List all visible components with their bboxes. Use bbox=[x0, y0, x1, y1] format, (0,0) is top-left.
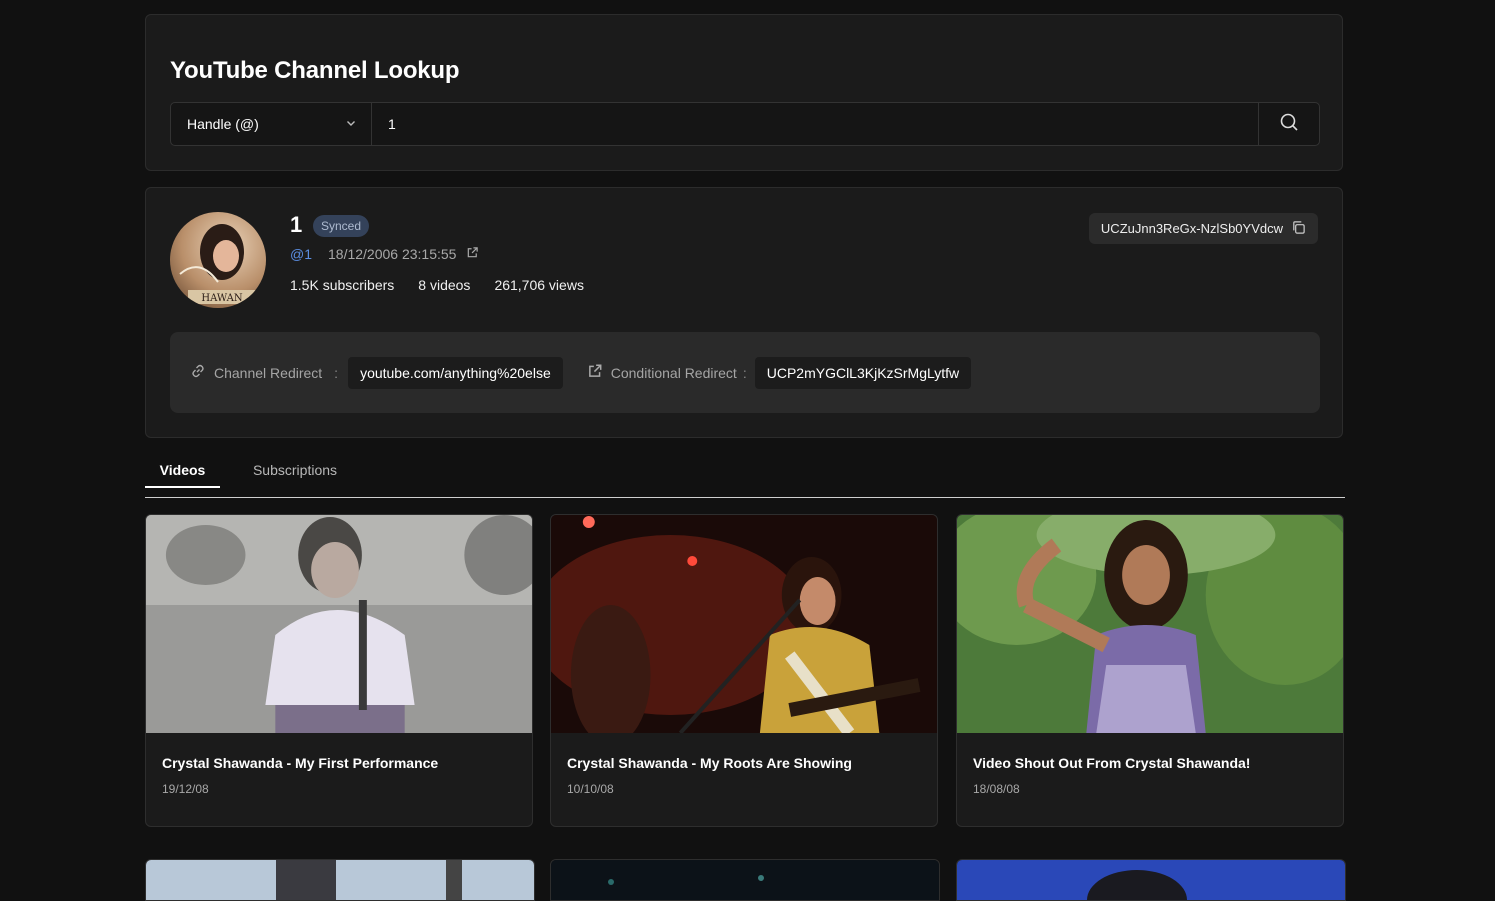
lookup-type-select[interactable]: Handle (@) bbox=[171, 103, 372, 145]
video-date: 18/08/08 bbox=[973, 782, 1020, 796]
video-thumbnail bbox=[551, 860, 939, 900]
video-title: Crystal Shawanda - My Roots Are Showing bbox=[567, 755, 852, 771]
conditional-redirect-label-group: Conditional Redirect bbox=[587, 363, 737, 382]
conditional-redirect-label: Conditional Redirect bbox=[610, 364, 737, 381]
active-tab-indicator bbox=[145, 486, 220, 488]
video-thumbnail bbox=[146, 515, 532, 733]
video-thumbnail bbox=[146, 860, 534, 900]
status-badge: Synced bbox=[313, 215, 370, 237]
search-bar: Handle (@) bbox=[170, 102, 1320, 146]
tab-bar: Videos Subscriptions bbox=[145, 452, 1345, 498]
search-button[interactable] bbox=[1258, 103, 1319, 145]
video-date: 10/10/08 bbox=[567, 782, 614, 796]
search-icon bbox=[1279, 112, 1299, 137]
channel-meta: @1 18/12/2006 23:15:55 bbox=[290, 246, 479, 262]
tab-videos[interactable]: Videos bbox=[145, 452, 220, 488]
video-date: 19/12/08 bbox=[162, 782, 209, 796]
channel-stats: 1.5K subscribers 8 videos 261,706 views bbox=[290, 277, 584, 293]
lookup-type-label: Handle (@) bbox=[187, 116, 259, 132]
channel-id: UCZuJnn3ReGx-NzlSb0YVdcw bbox=[1100, 221, 1283, 236]
separator: : bbox=[742, 364, 747, 381]
channel-redirect-label: Channel Redirect bbox=[214, 364, 323, 381]
video-card-partial[interactable] bbox=[550, 859, 940, 901]
channel-name: 1 bbox=[290, 212, 303, 237]
lookup-panel: YouTube Channel Lookup Handle (@) bbox=[145, 14, 1343, 171]
channel-panel: HAWAN 1 Synced @1 18/12/2006 23:15:55 1.… bbox=[145, 187, 1343, 438]
external-link-icon bbox=[587, 363, 603, 382]
channel-id-chip[interactable]: UCZuJnn3ReGx-NzlSb0YVdcw bbox=[1088, 213, 1318, 244]
channel-created-date: 18/12/2006 23:15:55 bbox=[328, 246, 457, 262]
link-icon bbox=[190, 363, 206, 382]
video-card[interactable]: Crystal Shawanda - My Roots Are Showing … bbox=[550, 514, 938, 827]
avatar: HAWAN bbox=[170, 212, 266, 308]
redirects-box: Channel Redirect : youtube.com/anything%… bbox=[170, 332, 1320, 413]
video-thumbnail bbox=[957, 515, 1343, 733]
video-count: 8 videos bbox=[418, 277, 471, 293]
copy-icon[interactable] bbox=[1291, 220, 1306, 238]
video-title: Crystal Shawanda - My First Performance bbox=[162, 755, 439, 771]
tab-subscriptions[interactable]: Subscriptions bbox=[245, 452, 345, 488]
video-title: Video Shout Out From Crystal Shawanda! bbox=[973, 755, 1251, 771]
channel-redirect-value[interactable]: youtube.com/anything%20else bbox=[348, 356, 563, 389]
view-count: 261,706 views bbox=[494, 277, 584, 293]
external-link-icon[interactable] bbox=[466, 246, 479, 262]
conditional-redirect-value[interactable]: UCP2mYGClL3KjKzSrMgLytfw bbox=[754, 356, 972, 389]
video-thumbnail bbox=[957, 860, 1345, 900]
video-card[interactable]: Video Shout Out From Crystal Shawanda! 1… bbox=[956, 514, 1344, 827]
video-card-partial[interactable] bbox=[145, 859, 535, 901]
page-title: YouTube Channel Lookup bbox=[170, 57, 460, 84]
video-card[interactable]: Crystal Shawanda - My First Performance … bbox=[145, 514, 533, 827]
separator: : bbox=[334, 364, 339, 381]
video-card-partial[interactable] bbox=[956, 859, 1346, 901]
chevron-down-icon bbox=[345, 116, 357, 132]
channel-redirect-label-group: Channel Redirect bbox=[190, 363, 322, 382]
search-input[interactable] bbox=[372, 103, 1258, 145]
channel-handle-link[interactable]: @1 bbox=[290, 246, 312, 262]
subscriber-count: 1.5K subscribers bbox=[290, 277, 395, 293]
video-thumbnail bbox=[551, 515, 937, 733]
avatar-text: HAWAN bbox=[201, 293, 243, 304]
